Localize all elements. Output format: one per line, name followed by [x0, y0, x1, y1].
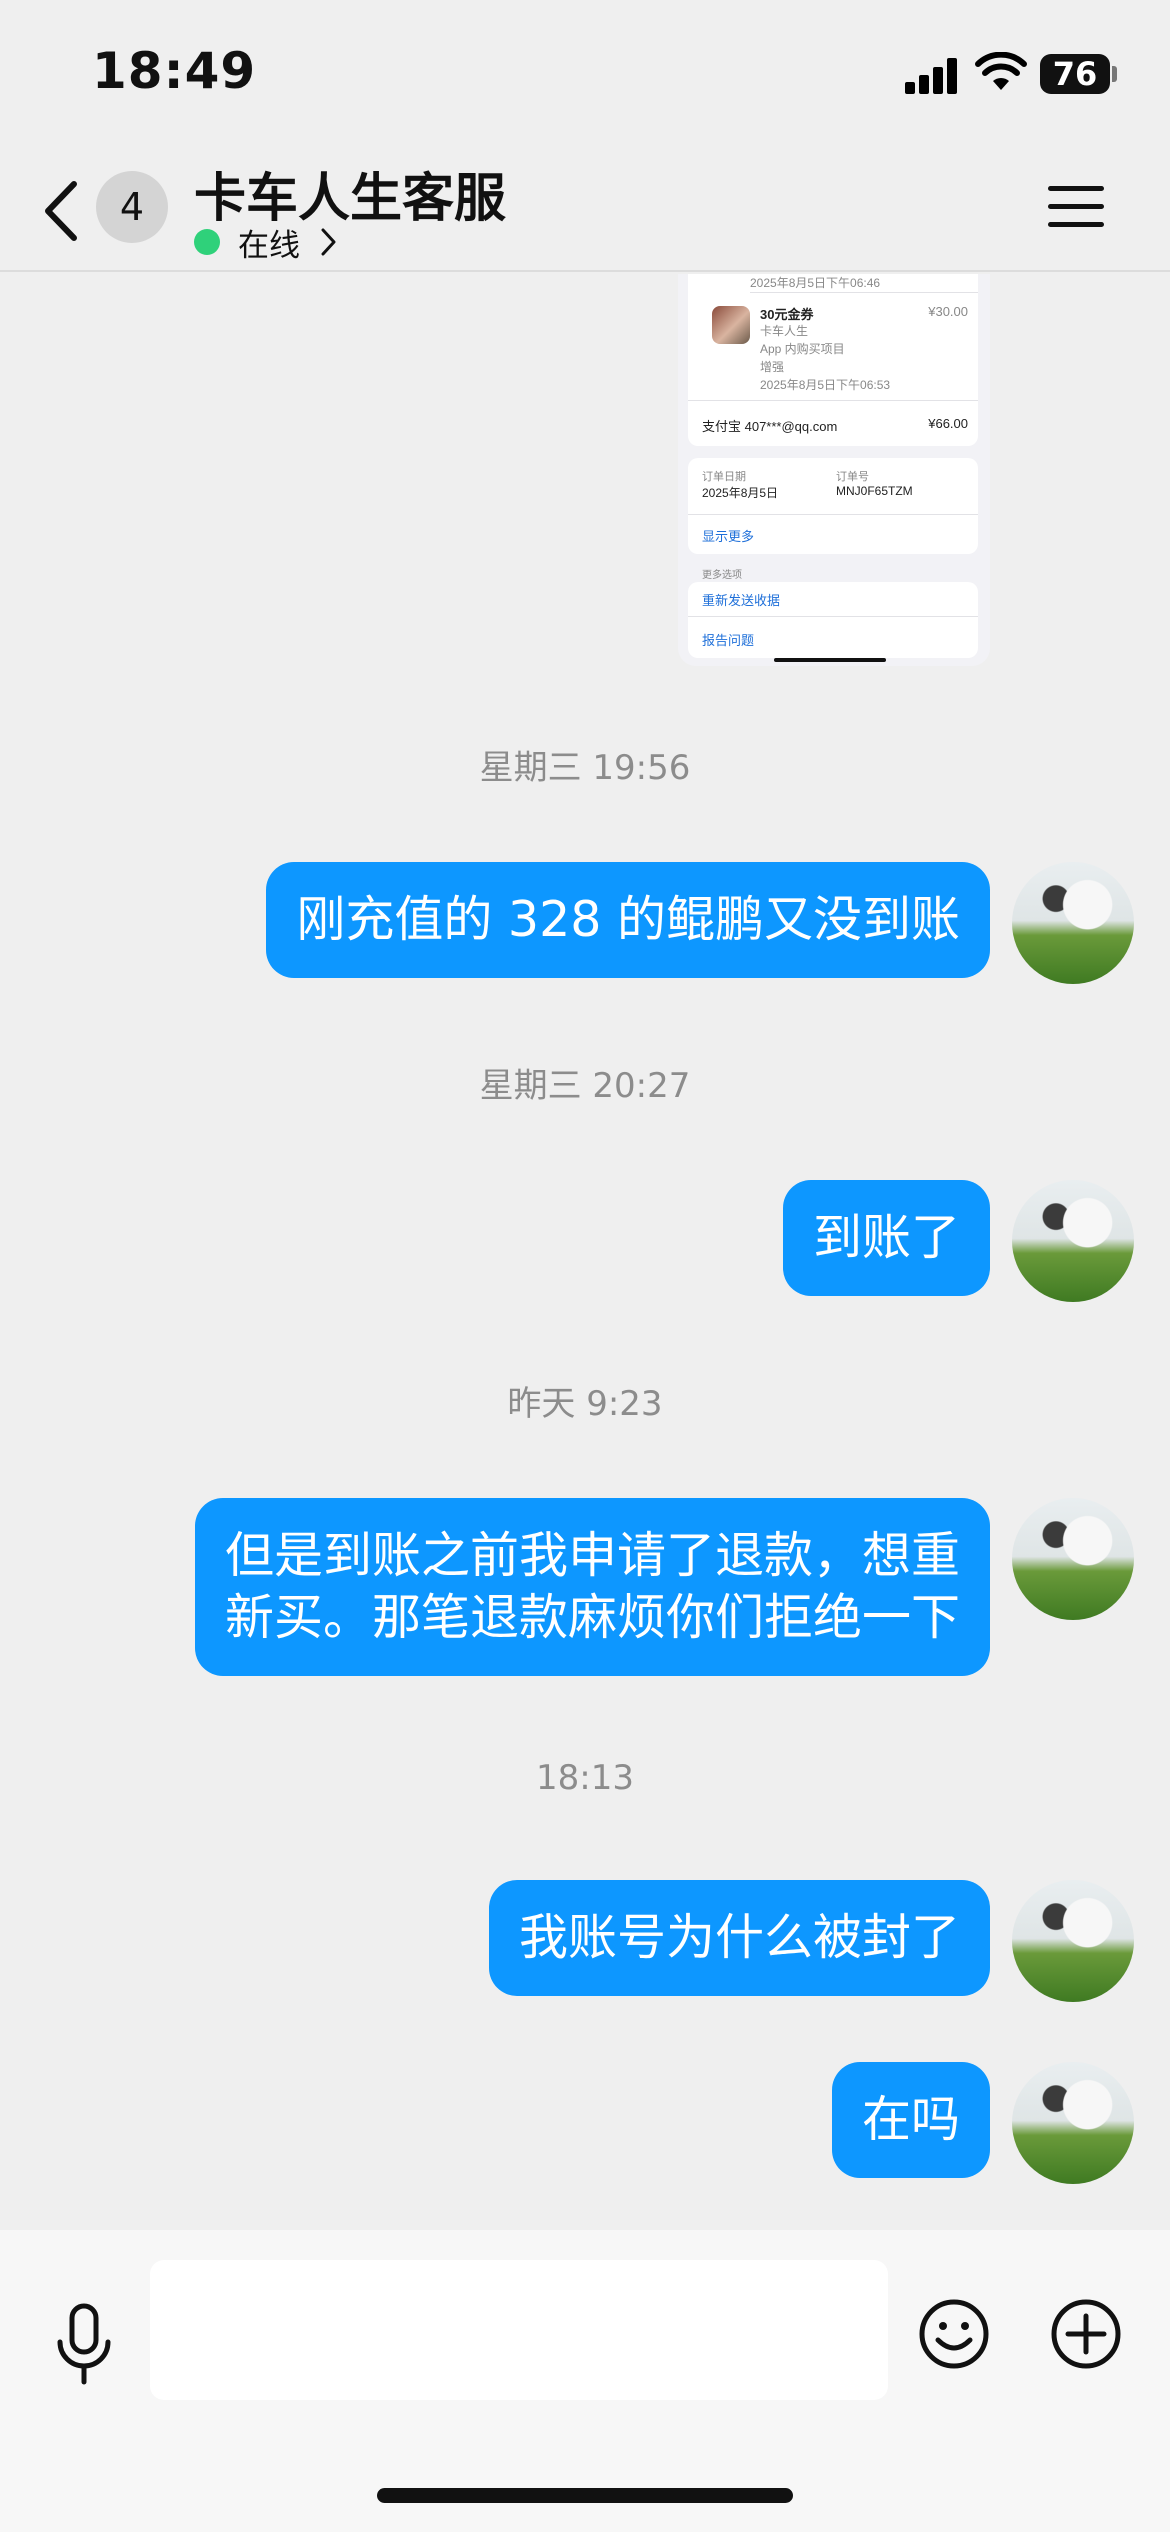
user-avatar[interactable] [1012, 1498, 1134, 1620]
message-text-line: 但是到账之前我申请了退款，想重 [224, 1527, 960, 1584]
battery-cap [1112, 66, 1117, 82]
user-avatar[interactable] [1012, 862, 1134, 984]
receipt-image-message[interactable]: 2025年8月5日下午06:46 30元金券 ¥30.00 卡车人生 App 内… [678, 274, 990, 666]
home-indicator[interactable] [377, 2488, 793, 2503]
receipt-item-name: 30元金券 [760, 307, 814, 322]
receipt-item-app: 卡车人生 [760, 324, 809, 338]
message-text: 在吗 [861, 2091, 960, 2148]
battery-icon: 76 [1040, 54, 1110, 94]
outgoing-message-bubble[interactable]: 到账了 [782, 1180, 990, 1296]
message-text: 到账了 [812, 1209, 960, 1266]
user-avatar[interactable] [1012, 2062, 1134, 2184]
user-avatar[interactable] [1012, 1180, 1134, 1302]
microphone-icon[interactable] [52, 2302, 116, 2386]
outgoing-message-bubble[interactable]: 在吗 [831, 2062, 990, 2178]
show-more-link[interactable]: 显示更多 [702, 526, 754, 545]
receipt-payment-method: 支付宝 407***@qq.com [702, 419, 838, 434]
outgoing-message-bubble[interactable]: 我账号为什么被封了 [488, 1880, 990, 1996]
online-status[interactable]: 在线 [194, 220, 338, 264]
outgoing-message-bubble[interactable]: 但是到账之前我申请了退款，想重 新买。那笔退款麻烦你们拒绝一下 [194, 1498, 990, 1676]
receipt-divider [688, 400, 978, 401]
resend-receipt-link[interactable]: 重新发送收据 [702, 590, 780, 609]
report-problem-link[interactable]: 报告问题 [702, 630, 754, 649]
chat-header: 4 卡车人生客服 在线 [0, 150, 1170, 272]
wifi-icon [975, 52, 1027, 90]
status-bar: 18:49 76 [0, 0, 1170, 150]
outgoing-message-bubble[interactable]: 刚充值的 328 的鲲鹏又没到账 [266, 862, 990, 978]
receipt-divider [688, 514, 978, 515]
more-options-label: 更多选项 [702, 570, 742, 581]
receipt-order-card: 订单日期 2025年8月5日 订单号 MNJ0F65TZM 显示更多 [688, 458, 978, 554]
back-chevron-icon[interactable] [40, 178, 84, 244]
receipt-divider [688, 616, 978, 617]
receipt-item-type: App 内购买项目 [760, 342, 845, 356]
order-no: MNJ0F65TZM [836, 484, 913, 498]
receipt-item-price: ¥30.00 [928, 304, 968, 319]
message-timestamp: 昨天 9:23 [507, 1384, 663, 1424]
receipt-divider [750, 292, 978, 293]
message-text: 刚充值的 328 的鲲鹏又没到账 [296, 891, 960, 948]
order-date: 2025年8月5日 [702, 486, 779, 500]
app-thumbnail [712, 306, 750, 344]
receipt-item-time: 2025年8月5日下午06:53 [760, 378, 891, 392]
battery-level: 76 [1052, 55, 1098, 93]
message-timestamp: 18:13 [536, 1758, 634, 1798]
online-status-text: 在线 [238, 227, 300, 264]
chevron-right-icon [321, 228, 336, 256]
online-dot [194, 229, 220, 255]
order-date-label: 订单日期 [702, 471, 746, 483]
receipt-home-indicator [774, 658, 886, 662]
message-text: 我账号为什么被封了 [518, 1909, 960, 1966]
menu-icon[interactable] [1048, 182, 1104, 232]
receipt-options-card: 重新发送收据 报告问题 [688, 582, 978, 658]
user-avatar[interactable] [1012, 1880, 1134, 2002]
order-no-label: 订单号 [836, 471, 869, 483]
receipt-prev-item-time: 2025年8月5日下午06:46 [750, 276, 881, 290]
plus-icon[interactable] [1050, 2298, 1122, 2370]
message-input[interactable] [150, 2260, 888, 2400]
unread-count-badge[interactable]: 4 [96, 171, 168, 243]
input-bar [0, 2230, 1170, 2532]
message-text-line: 新买。那笔退款麻烦你们拒绝一下 [224, 1589, 960, 1646]
emoji-icon[interactable] [918, 2298, 990, 2370]
receipt-payment-total: ¥66.00 [928, 416, 968, 431]
receipt-items-card: 2025年8月5日下午06:46 30元金券 ¥30.00 卡车人生 App 内… [688, 274, 978, 446]
message-timestamp: 星期三 20:27 [479, 1066, 691, 1106]
receipt-item-status: 增强 [760, 360, 785, 374]
status-time: 18:49 [92, 42, 257, 100]
signal-icon [905, 58, 957, 94]
message-timestamp: 星期三 19:56 [479, 748, 691, 788]
